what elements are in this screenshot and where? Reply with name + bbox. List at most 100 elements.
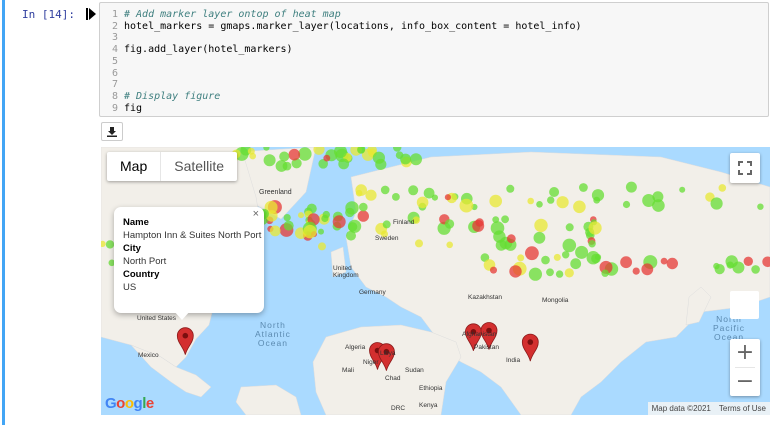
heatmap-blob xyxy=(359,202,368,212)
map-label-greenland: Greenland xyxy=(259,189,292,196)
info-name-value: Hampton Inn & Suites North Port xyxy=(123,230,262,241)
google-logo-letter: o xyxy=(116,395,125,412)
heatmap-blob xyxy=(527,197,534,205)
map-label-united-states: United States xyxy=(137,315,177,322)
heatmap-blob xyxy=(726,261,734,269)
heatmap-blob xyxy=(501,215,509,224)
google-logo-letter: g xyxy=(133,395,143,412)
heatmap-blob xyxy=(601,269,609,277)
map-label-finland: Finland xyxy=(393,219,415,226)
heatmap-blob xyxy=(298,212,304,219)
heatmap-blob xyxy=(408,185,419,196)
map-type-map-button[interactable]: Map xyxy=(107,152,160,181)
code-editor[interactable]: 1 # Add marker layer ontop of heat map 2 ho… xyxy=(99,2,769,117)
map-type-satellite-button[interactable]: Satellite xyxy=(160,152,237,181)
heatmap-blob xyxy=(506,234,516,244)
heatmap-blob xyxy=(622,200,631,209)
heatmap-blob xyxy=(415,239,423,248)
heatmap-blob xyxy=(757,203,764,210)
download-button[interactable] xyxy=(101,122,123,141)
heatmap-blob xyxy=(338,158,350,170)
line-number: 5 xyxy=(111,55,118,67)
code-text[interactable]: hotel_markers = gmaps.marker_layer(locat… xyxy=(124,21,582,33)
line-number: 3 xyxy=(111,32,118,44)
map-label-chad: Chad xyxy=(385,375,401,382)
heatmap-blob xyxy=(506,184,515,193)
heatmap-blob xyxy=(323,154,331,162)
heatmap-blob xyxy=(679,186,686,193)
map-type-control: Map Satellite xyxy=(107,152,238,181)
heatmap-blob xyxy=(625,181,637,193)
map-label-drc: DRC xyxy=(391,405,406,412)
heatmap-blob xyxy=(534,218,548,233)
heatmap-blob xyxy=(525,246,539,261)
info-country-value: US xyxy=(123,282,137,293)
heatmap-blob xyxy=(565,223,574,232)
map-label-north-pacific-ocean: North Pacific Ocean xyxy=(713,314,746,342)
close-icon[interactable]: × xyxy=(253,208,259,220)
cell-selection-bar xyxy=(2,0,5,425)
heatmap-blob xyxy=(392,193,400,201)
map-label-kazakhstan: Kazakhstan xyxy=(468,294,502,301)
heatmap-blob xyxy=(400,153,411,165)
terms-of-use-link[interactable]: Terms of Use xyxy=(714,402,770,415)
heatmap-blob xyxy=(283,220,294,231)
heatmap-blob xyxy=(579,183,588,192)
heatmap-blob xyxy=(283,214,291,222)
street-view-control[interactable] xyxy=(730,291,759,319)
heatmap-blob xyxy=(509,265,522,278)
heatmap-blob xyxy=(431,194,438,201)
map-data-attribution: Map data ©2021 xyxy=(647,402,715,415)
map-label-germany: Germany xyxy=(359,289,386,296)
zoom-control: + − xyxy=(730,339,760,396)
heatmap-blob xyxy=(536,201,543,208)
heatmap-blob xyxy=(298,147,312,161)
info-city-label: City xyxy=(123,243,141,254)
heatmap-blob xyxy=(489,194,503,208)
heatmap-blob xyxy=(553,253,561,261)
google-logo[interactable]: Google xyxy=(105,395,154,412)
zoom-in-button[interactable]: + xyxy=(730,339,760,367)
map-label-niger: Niger xyxy=(363,359,379,366)
map-widget[interactable]: Greenland Finland Sweden United Kingdom … xyxy=(101,147,770,415)
code-text[interactable]: # Add marker layer ontop of heat map xyxy=(124,9,341,21)
heatmap-blob xyxy=(380,185,390,195)
heatmap-blob xyxy=(718,184,727,192)
map-label-mexico: Mexico xyxy=(138,352,159,359)
heatmap-blob xyxy=(710,197,723,210)
heatmap-blob xyxy=(372,151,385,164)
heatmap-blob xyxy=(632,267,640,275)
heatmap-blob xyxy=(318,242,326,251)
run-cell-icon[interactable] xyxy=(86,8,96,20)
code-text[interactable]: fig xyxy=(124,103,142,115)
map-label-libya: Libya xyxy=(380,350,396,357)
heatmap-blob xyxy=(573,200,586,214)
heatmap-blob xyxy=(546,268,554,277)
zoom-out-button[interactable]: − xyxy=(730,368,760,396)
code-text[interactable]: # Display figure xyxy=(124,91,220,103)
heatmap-blob xyxy=(332,215,346,229)
heatmap-blob xyxy=(345,201,359,215)
heatmap-blob xyxy=(288,148,301,161)
heatmap-blob xyxy=(444,194,451,201)
cell-prompt: In [14]: xyxy=(22,8,75,21)
heatmap-blob xyxy=(275,160,288,172)
heatmap-blob xyxy=(620,256,632,269)
fullscreen-button[interactable] xyxy=(730,153,760,183)
heatmap-blob xyxy=(355,189,363,197)
heatmap-blob xyxy=(641,263,654,276)
map-attribution: Map data ©2021 Terms of Use xyxy=(647,402,770,415)
heatmap-blob xyxy=(269,225,281,237)
map-label-pakistan: Pakistan xyxy=(474,344,499,351)
heatmap-blob xyxy=(365,189,377,201)
heatmap-blob xyxy=(570,258,582,270)
heatmap-blob xyxy=(105,240,115,249)
code-text[interactable]: fig.add_layer(hotel_markers) xyxy=(124,44,293,56)
heatmap-blob xyxy=(588,240,596,248)
map-label-kenya: Kenya xyxy=(419,402,438,409)
heatmap-blob xyxy=(382,220,391,229)
heatmap-blob xyxy=(357,210,369,222)
heatmap-blob xyxy=(303,224,317,239)
heatmap-blob xyxy=(528,267,542,281)
heatmap-blob xyxy=(416,196,429,209)
